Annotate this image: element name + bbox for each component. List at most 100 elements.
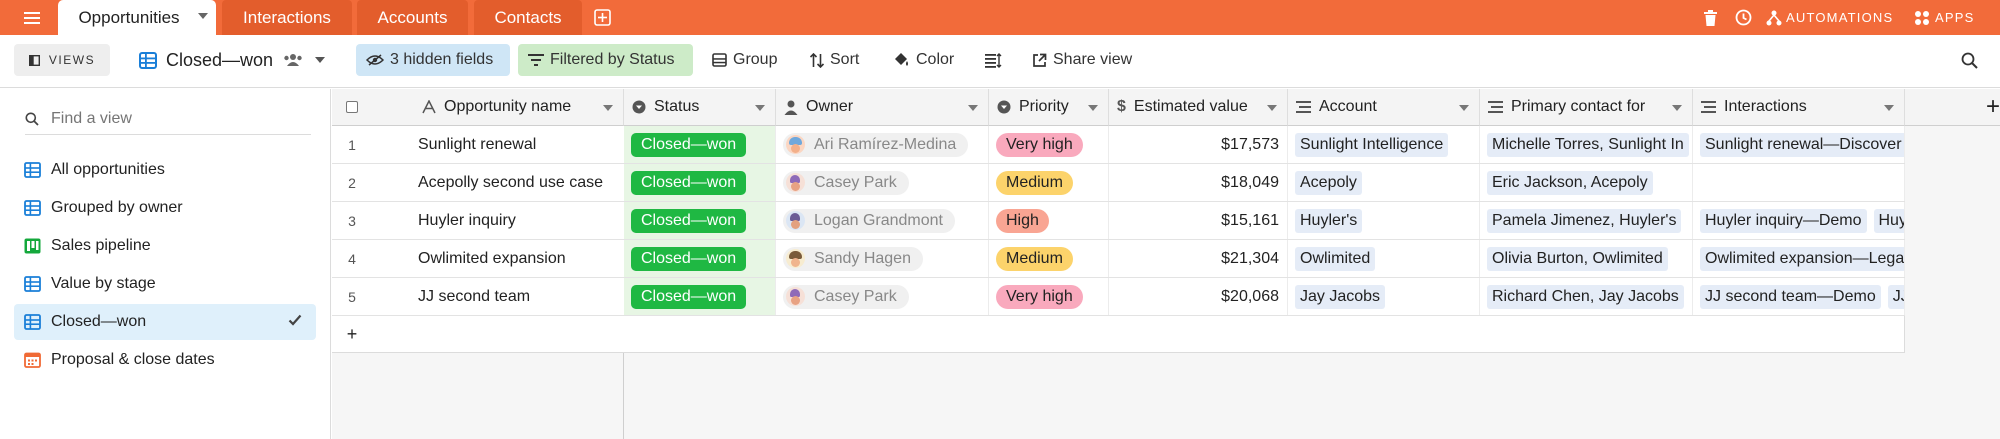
linked-record-chip[interactable]: Huyler's [1295, 208, 1363, 233]
interactions-cell[interactable]: Huyler inquiry—Demo Huy [1693, 202, 1905, 239]
chevron-down-icon[interactable] [1884, 105, 1894, 111]
linked-record-chip[interactable]: Huy [1873, 208, 1904, 233]
chevron-down-icon[interactable] [755, 105, 765, 111]
add-row-strip[interactable] [624, 316, 1905, 353]
priority-cell[interactable]: Very high [989, 126, 1109, 163]
priority-cell[interactable]: High [989, 202, 1109, 239]
priority-cell[interactable]: Medium [989, 240, 1109, 277]
table-row[interactable]: Closed—won Ari Ramírez-Medina Very high … [624, 126, 1905, 164]
sidebar-item-sales-pipeline[interactable]: Sales pipeline [14, 228, 316, 264]
account-cell[interactable]: Jay Jacobs [1288, 278, 1480, 315]
column-header-account[interactable]: Account [1288, 89, 1480, 126]
column-header-priority[interactable]: Priority [989, 89, 1109, 126]
menu-icon[interactable] [14, 0, 50, 35]
tab-accounts[interactable]: Accounts [357, 0, 468, 35]
interactions-cell[interactable] [1693, 164, 1905, 201]
status-cell[interactable]: Closed—won [624, 164, 776, 201]
sidebar-item-all-opportunities[interactable]: All opportunities [14, 152, 316, 188]
linked-record-chip[interactable]: Pamela Jimenez, Huyler's [1487, 208, 1682, 233]
linked-record-chip[interactable]: Michelle Torres, Sunlight In [1487, 132, 1689, 157]
estimated-value-cell[interactable]: $15,161 [1109, 202, 1288, 239]
column-header-owner[interactable]: Owner [776, 89, 989, 126]
priority-cell[interactable]: Very high [989, 278, 1109, 315]
chevron-down-icon[interactable] [1267, 105, 1277, 111]
estimated-value-cell[interactable]: $18,049 [1109, 164, 1288, 201]
owner-cell[interactable]: Sandy Hagen [776, 240, 989, 277]
add-row-button[interactable]: + [332, 316, 624, 353]
opportunity-name-cell[interactable]: JJ second team [418, 278, 624, 315]
sidebar-item-closed-won[interactable]: Closed—won [14, 304, 316, 340]
primary-contact-cell[interactable]: Olivia Burton, Owlimited [1480, 240, 1693, 277]
column-header-status[interactable]: Status [624, 89, 776, 126]
table-row[interactable]: 3 Huyler inquiry [332, 202, 624, 240]
linked-record-chip[interactable]: Huyler inquiry—Demo [1700, 208, 1867, 233]
trash-icon[interactable] [1704, 0, 1717, 35]
linked-record-chip[interactable]: Acepoly [1295, 170, 1362, 195]
column-header-interactions[interactable]: Interactions [1693, 89, 1905, 126]
sort-button[interactable]: Sort [810, 44, 859, 76]
tab-opportunities[interactable]: Opportunities [58, 0, 216, 35]
views-button[interactable]: VIEWS [14, 44, 110, 76]
interactions-cell[interactable]: Sunlight renewal—Discover [1693, 126, 1905, 163]
chevron-down-icon[interactable] [1088, 105, 1098, 111]
linked-record-chip[interactable]: Richard Chen, Jay Jacobs [1487, 284, 1684, 309]
automations-button[interactable]: AUTOMATIONS [1766, 0, 1893, 35]
opportunity-name-cell[interactable]: Acepolly second use case [418, 164, 624, 201]
account-cell[interactable]: Owlimited [1288, 240, 1480, 277]
owner-cell[interactable]: Casey Park [776, 164, 989, 201]
sidebar-item-value-by-stage[interactable]: Value by stage [14, 266, 316, 302]
sidebar-item-grouped-by-owner[interactable]: Grouped by owner [14, 190, 316, 226]
opportunity-name-cell[interactable]: Sunlight renewal [418, 126, 624, 163]
find-view-input[interactable] [51, 109, 291, 128]
add-table-icon[interactable] [594, 9, 611, 26]
chevron-down-icon[interactable] [198, 13, 208, 19]
priority-cell[interactable]: Medium [989, 164, 1109, 201]
primary-contact-cell[interactable]: Eric Jackson, Acepoly [1480, 164, 1693, 201]
row-height-button[interactable] [985, 44, 1002, 76]
sidebar-item-proposal-close-dates[interactable]: Proposal & close dates [14, 342, 316, 378]
interactions-cell[interactable]: JJ second team—Demo JJ [1693, 278, 1905, 315]
table-row[interactable]: Closed—won Casey Park Very high $20,068 … [624, 278, 1905, 316]
add-field-button[interactable]: + [1905, 89, 2000, 126]
account-cell[interactable]: Huyler's [1288, 202, 1480, 239]
chevron-down-icon[interactable] [1459, 105, 1469, 111]
history-icon[interactable] [1735, 0, 1752, 35]
linked-record-chip[interactable]: Sunlight Intelligence [1295, 132, 1449, 157]
linked-record-chip[interactable]: JJ [1887, 284, 1904, 309]
linked-record-chip[interactable]: Jay Jacobs [1295, 284, 1386, 309]
chevron-down-icon[interactable] [1672, 105, 1682, 111]
owner-cell[interactable]: Logan Grandmont [776, 202, 989, 239]
opportunity-name-cell[interactable]: Huyler inquiry [418, 202, 624, 239]
table-row[interactable]: 4 Owlimited expansion [332, 240, 624, 278]
estimated-value-cell[interactable]: $17,573 [1109, 126, 1288, 163]
owner-cell[interactable]: Casey Park [776, 278, 989, 315]
tab-interactions[interactable]: Interactions [222, 0, 352, 35]
table-row[interactable]: 2 Acepolly second use case [332, 164, 624, 202]
estimated-value-cell[interactable]: $20,068 [1109, 278, 1288, 315]
view-switcher[interactable]: Closed—won [139, 44, 326, 76]
share-view-button[interactable]: Share view [1032, 44, 1132, 76]
column-header-primary-contact[interactable]: Primary contact for [1480, 89, 1693, 126]
hidden-fields-button[interactable]: 3 hidden fields [356, 44, 510, 76]
interactions-cell[interactable]: Owlimited expansion—Lega [1693, 240, 1905, 277]
table-row[interactable]: 5 JJ second team [332, 278, 624, 316]
linked-record-chip[interactable]: JJ second team—Demo [1700, 284, 1881, 309]
primary-contact-cell[interactable]: Richard Chen, Jay Jacobs [1480, 278, 1693, 315]
filter-button[interactable]: Filtered by Status [518, 44, 693, 76]
column-header-label[interactable]: Opportunity name [444, 98, 571, 116]
chevron-down-icon[interactable] [603, 105, 613, 111]
linked-record-chip[interactable]: Olivia Burton, Owlimited [1487, 246, 1668, 271]
linked-record-chip[interactable]: Eric Jackson, Acepoly [1487, 170, 1653, 195]
group-button[interactable]: Group [712, 44, 777, 76]
column-header-estimated-value[interactable]: $ Estimated value [1109, 89, 1288, 126]
primary-contact-cell[interactable]: Pamela Jimenez, Huyler's [1480, 202, 1693, 239]
account-cell[interactable]: Acepoly [1288, 164, 1480, 201]
owner-cell[interactable]: Ari Ramírez-Medina [776, 126, 989, 163]
status-cell[interactable]: Closed—won [624, 126, 776, 163]
tab-contacts[interactable]: Contacts [474, 0, 582, 35]
table-row[interactable]: Closed—won Sandy Hagen Medium $21,304 Ow… [624, 240, 1905, 278]
linked-record-chip[interactable]: Owlimited expansion—Lega [1700, 246, 1904, 271]
primary-contact-cell[interactable]: Michelle Torres, Sunlight In [1480, 126, 1693, 163]
opportunity-name-cell[interactable]: Owlimited expansion [418, 240, 624, 277]
table-row[interactable]: Closed—won Casey Park Medium $18,049 Ace… [624, 164, 1905, 202]
